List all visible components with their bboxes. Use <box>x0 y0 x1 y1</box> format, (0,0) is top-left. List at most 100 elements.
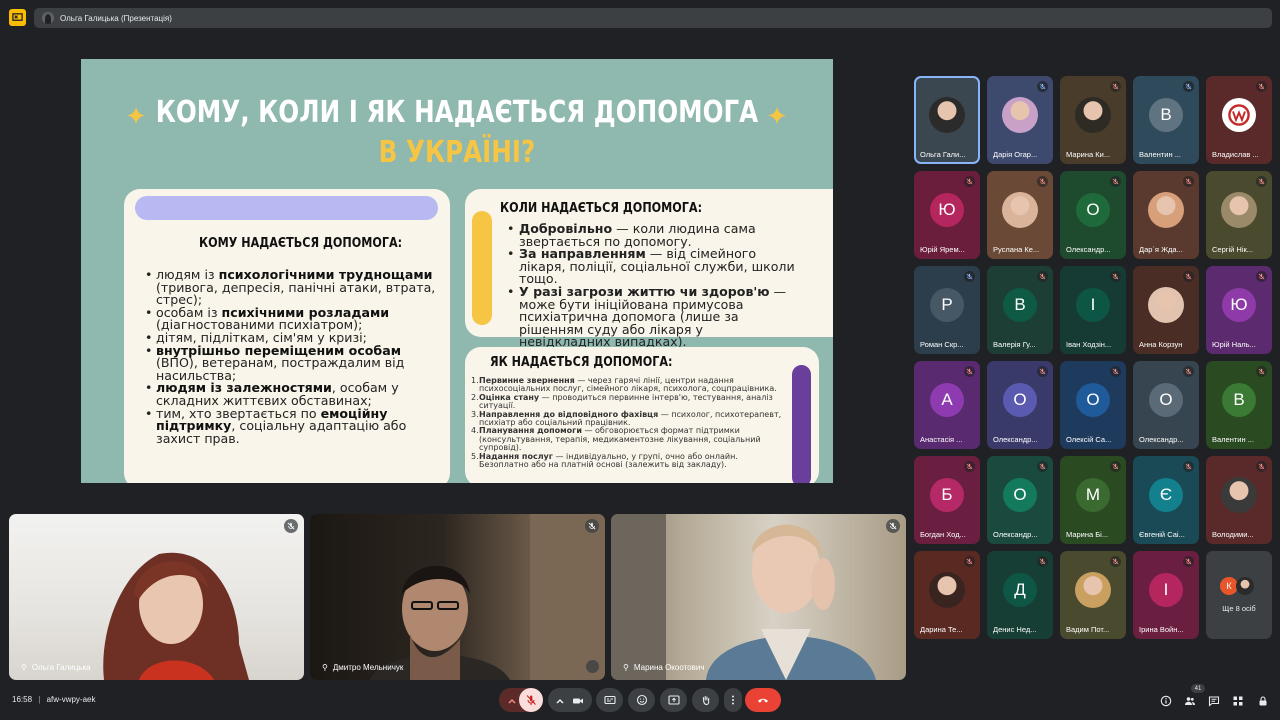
participant-tile[interactable]: Дарія Огар... <box>987 76 1053 164</box>
participant-tile[interactable]: Володими... <box>1206 456 1272 544</box>
chevron-up-icon[interactable] <box>506 694 518 706</box>
mic-off-icon[interactable] <box>519 688 543 712</box>
who-list-item: внутрішньо переміщеним особам (ВПО), вет… <box>144 344 444 383</box>
avatar-photo <box>1221 191 1257 228</box>
how-heading: ЯК НАДАЄТЬСЯ ДОПОМОГА: <box>490 355 673 370</box>
participant-tile[interactable]: Дар`я Жда... <box>1133 171 1199 259</box>
avatar-photo <box>1236 577 1254 595</box>
pin-icon: ⚲ <box>21 663 27 672</box>
participant-name: Руслана Ке... <box>993 245 1040 254</box>
avatar: О <box>1076 192 1110 227</box>
video-tile[interactable]: ⚲ Ольга Галицька <box>9 514 304 680</box>
pin-icon: ⚲ <box>623 663 629 672</box>
participant-tile[interactable]: Сергій Нік... <box>1206 171 1272 259</box>
emoji-button[interactable] <box>628 688 655 712</box>
participant-tile[interactable]: Д Денис Нед... <box>987 551 1053 639</box>
participant-tile[interactable]: Б Богдан Ход... <box>914 456 980 544</box>
participant-tile[interactable]: В Валентин ... <box>1133 76 1199 164</box>
participant-tile[interactable]: В Валентин ... <box>1206 361 1272 449</box>
avatar-photo <box>929 571 965 608</box>
avatar: І <box>1149 572 1183 607</box>
chevron-up-icon[interactable] <box>554 694 566 706</box>
participant-tile[interactable]: В Валерія Гу... <box>987 266 1053 354</box>
avatar: В <box>1003 287 1037 322</box>
participant-tile[interactable]: Ю Юрій Ярем... <box>914 171 980 259</box>
mic-off-icon <box>1183 366 1194 377</box>
sparkle-right-icon: ✦ <box>766 102 788 132</box>
info-icon[interactable] <box>1159 694 1173 708</box>
more-options-button[interactable] <box>724 688 742 712</box>
participant-name: Олексій Са... <box>1066 435 1112 444</box>
participant-tile[interactable]: Р Роман Скр... <box>914 266 980 354</box>
pin-icon: ⚲ <box>322 663 328 672</box>
chat-icon[interactable] <box>1207 694 1221 708</box>
present-button[interactable] <box>660 688 687 712</box>
participant-tile[interactable]: Руслана Ке... <box>987 171 1053 259</box>
people-icon[interactable] <box>1183 694 1197 708</box>
participant-tile[interactable]: Марина Ки... <box>1060 76 1126 164</box>
avatar-photo <box>1075 571 1111 608</box>
how-list-item: 3. Направлення до відповідного фахівця — … <box>471 409 789 428</box>
mic-off-icon <box>1183 81 1194 92</box>
participant-tile[interactable]: А Анастасія ... <box>914 361 980 449</box>
mic-off-icon <box>1037 271 1048 282</box>
mic-off-icon <box>1037 461 1048 472</box>
participant-tile[interactable]: І Іван Ходзін... <box>1060 266 1126 354</box>
pip-icon[interactable] <box>586 660 599 673</box>
presenter-label: Ольга Галицька (Презентація) <box>60 13 172 23</box>
participant-name: Марина Ки... <box>1066 150 1111 159</box>
participant-tile[interactable]: О Олександр... <box>1133 361 1199 449</box>
participant-name: Євгеній Саі... <box>1139 530 1185 539</box>
mic-off-icon <box>1110 461 1121 472</box>
when-card: КОЛИ НАДАЄТЬСЯ ДОПОМОГА: Добровільно — к… <box>465 189 833 348</box>
participant-tile[interactable]: Дарина Те... <box>914 551 980 639</box>
bottom-bar: 16:58 | afw-vwpy-aek <box>0 682 1280 720</box>
raise-hand-button[interactable] <box>692 688 719 712</box>
participant-name: Валерія Гу... <box>993 340 1036 349</box>
mic-off-icon <box>886 519 900 533</box>
how-list-item: 1. Первинне звернення — через гарячі ліні… <box>471 376 789 394</box>
avatar: О <box>1076 382 1110 417</box>
participant-name: Богдан Ход... <box>920 530 966 539</box>
participant-tile[interactable]: Анна Корзун <box>1133 266 1199 354</box>
presentation-icon[interactable] <box>9 9 26 26</box>
item-text: (ВПО), ветеранам, постраждалим від насил… <box>156 355 405 383</box>
avatar-photo <box>929 96 965 133</box>
participant-tile[interactable]: Владислав ... <box>1206 76 1272 164</box>
item-number: 4. <box>471 426 479 436</box>
participant-name: Владислав ... <box>1212 150 1259 159</box>
video-tile[interactable]: ⚲ Марина Окоотович <box>611 514 906 680</box>
participant-tile[interactable]: Є Євгеній Саі... <box>1133 456 1199 544</box>
participant-tile[interactable]: Ю Юрій Наль... <box>1206 266 1272 354</box>
more-participants-tile[interactable]: К Ще 8 осіб <box>1206 551 1272 639</box>
video-tile[interactable]: ⚲ Дмитро Мельничук <box>310 514 605 680</box>
participant-tile[interactable]: Ольга Гали... <box>914 76 980 164</box>
item-number: 3. <box>471 409 479 419</box>
mic-off-icon <box>964 461 975 472</box>
activities-icon[interactable] <box>1231 694 1245 708</box>
participant-tile[interactable]: М Марина Бі... <box>1060 456 1126 544</box>
participant-tile[interactable]: І Ірина Войн... <box>1133 551 1199 639</box>
participant-tile[interactable]: Вадим Пот... <box>1060 551 1126 639</box>
participant-tile[interactable]: О Олександр... <box>987 456 1053 544</box>
participant-tile[interactable]: О Олександр... <box>987 361 1053 449</box>
brand-logo-icon <box>1222 97 1256 132</box>
leave-call-button[interactable] <box>745 688 781 712</box>
participant-name: Сергій Нік... <box>1212 245 1254 254</box>
mic-off-icon <box>964 556 975 567</box>
camera-icon[interactable] <box>572 694 584 706</box>
participant-tile[interactable]: О Олександр... <box>1060 171 1126 259</box>
avatar: Д <box>1003 572 1037 607</box>
camera-control[interactable] <box>548 688 592 712</box>
presentation-slide: ✦ ✦ КОМУ, КОЛИ І ЯК НАДАЄТЬСЯ ДОПОМОГА В… <box>81 59 833 483</box>
video-person-2 <box>370 514 605 680</box>
mic-control[interactable] <box>499 688 543 712</box>
captions-button[interactable] <box>596 688 623 712</box>
lock-icon[interactable] <box>1256 694 1270 708</box>
participant-tile[interactable]: О Олексій Са... <box>1060 361 1126 449</box>
presenter-banner[interactable]: Ольга Галицька (Презентація) <box>34 8 1272 28</box>
avatar: Є <box>1149 477 1183 512</box>
who-list: людям із психологічними труднощами (трив… <box>144 268 444 445</box>
mic-off-icon <box>284 519 298 533</box>
avatar: Б <box>930 477 964 512</box>
